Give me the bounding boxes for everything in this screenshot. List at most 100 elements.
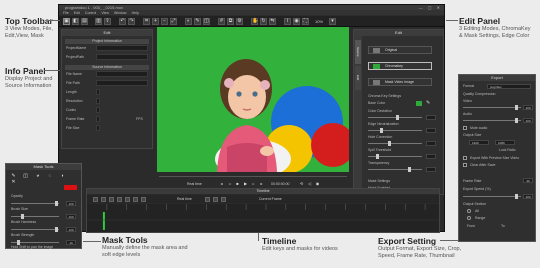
slider-knob[interactable] (408, 167, 411, 172)
key-color-swatch[interactable] (416, 101, 422, 106)
all-radio[interactable] (467, 209, 471, 213)
brush-hardness-value[interactable]: 100 (66, 227, 76, 232)
timeline-mode[interactable]: Real time (177, 197, 192, 201)
mask-color-swatch[interactable] (64, 185, 77, 190)
zoom-out-icon[interactable]: − (161, 18, 168, 25)
prev-key-icon[interactable]: ◂ (219, 181, 224, 186)
tl-play-icon[interactable] (213, 197, 218, 202)
eyedropper-icon[interactable]: ✎ (426, 100, 433, 106)
brush-size-value[interactable]: 100 (66, 214, 76, 219)
project-name-field[interactable] (96, 45, 148, 51)
spill-threshold-value[interactable] (426, 154, 436, 159)
snapshot-icon[interactable]: ◉ (293, 18, 300, 25)
step-forward-icon[interactable]: ▹ (251, 181, 256, 186)
flip-icon[interactable]: ⇋ (269, 18, 276, 25)
clear-icon[interactable]: ✕ (10, 179, 17, 185)
slider-knob[interactable] (388, 141, 391, 146)
tab-edit[interactable]: Edit (355, 66, 361, 90)
slider-knob[interactable] (55, 227, 58, 232)
snapshot-small-icon[interactable]: ◉ (315, 181, 320, 186)
color-deviation-slider[interactable] (368, 115, 422, 120)
slider-knob[interactable] (515, 118, 518, 123)
frame-rate-value[interactable]: 30 (523, 178, 533, 183)
next-key-icon[interactable]: ▸ (259, 181, 264, 186)
zoom-level[interactable]: 10% (315, 19, 323, 24)
height-input[interactable]: 1080 (495, 140, 515, 145)
grid-icon[interactable]: # (218, 18, 225, 25)
lock-ratio-label[interactable]: Lock Ratio (499, 148, 516, 152)
open-file-icon[interactable]: ▤ (81, 18, 88, 25)
remove-key-icon[interactable] (101, 197, 106, 202)
export-preview-checkbox[interactable] (463, 156, 467, 160)
brush-strength-value[interactable]: 10 (66, 240, 76, 245)
clear-keys-icon[interactable] (125, 197, 130, 202)
edge-neutralization-value[interactable] (426, 128, 436, 133)
tl-stop-icon[interactable] (221, 197, 226, 202)
scrub-track[interactable] (159, 176, 347, 177)
opacity-value[interactable]: 100 (66, 201, 76, 206)
slider-knob[interactable] (376, 154, 379, 159)
color-deviation-value[interactable] (426, 115, 436, 120)
copy-key-icon[interactable] (133, 197, 138, 202)
eraser-icon[interactable]: ◫ (203, 18, 210, 25)
paste-key-icon[interactable] (141, 197, 146, 202)
loop-icon[interactable]: ⟲ (299, 181, 304, 186)
mute-audio-checkbox[interactable] (463, 126, 467, 130)
edge-neutralization-slider[interactable] (368, 128, 422, 133)
slider-knob[interactable] (55, 201, 58, 206)
brush-icon[interactable]: ✎ (194, 18, 201, 25)
preview-canvas[interactable] (157, 27, 349, 172)
brush-hardness-slider[interactable] (11, 227, 59, 232)
prev-key-icon[interactable] (109, 197, 114, 202)
volume-icon[interactable]: ◁ (307, 181, 312, 186)
crop-icon[interactable]: ⌗ (143, 18, 150, 25)
video-quality-value[interactable]: 100 (523, 105, 533, 110)
mode-chromakey-button[interactable]: Chromakey (368, 62, 432, 70)
play-icon[interactable]: ▶ (243, 181, 248, 186)
slider-knob[interactable] (380, 128, 383, 133)
hole-correction-slider[interactable] (368, 141, 422, 146)
project-path-field[interactable] (96, 54, 148, 60)
playback-mode[interactable]: Real time (187, 182, 202, 186)
view-single-icon[interactable]: ▣ (63, 18, 70, 25)
invert-icon[interactable]: ◑ (59, 173, 66, 179)
lasso-icon[interactable]: ◌ (46, 173, 53, 179)
export-icon[interactable]: ⇪ (104, 18, 111, 25)
clear-after-checkbox[interactable] (463, 163, 467, 167)
fit-icon[interactable]: ⤢ (170, 18, 177, 25)
tab-source[interactable]: Source (355, 40, 361, 64)
eraser-icon[interactable]: ◫ (22, 173, 29, 179)
slider-knob[interactable] (396, 115, 399, 120)
view-split-icon[interactable]: ◧ (72, 18, 79, 25)
stop-icon[interactable]: ■ (235, 181, 240, 186)
info-icon[interactable]: i (284, 18, 291, 25)
slider-knob[interactable] (21, 214, 24, 219)
mask-icon[interactable]: ◐ (185, 18, 192, 25)
fill-icon[interactable]: ◕ (34, 173, 41, 179)
step-back-icon[interactable]: ◃ (227, 181, 232, 186)
mode-mask-button[interactable]: Mask Video Image (368, 78, 432, 86)
redo-icon[interactable]: ↷ (128, 18, 135, 25)
opacity-slider[interactable] (11, 201, 59, 206)
transparency-slider[interactable] (368, 167, 422, 172)
hole-correction-value[interactable] (426, 141, 436, 146)
rotate-icon[interactable]: ↻ (260, 18, 267, 25)
zoom-in-icon[interactable]: + (152, 18, 159, 25)
video-quality-slider[interactable] (463, 105, 521, 110)
width-input[interactable]: 1920 (469, 140, 489, 145)
zoom-dropdown-icon[interactable]: ▾ (329, 18, 336, 25)
export-speed-slider[interactable] (463, 194, 521, 199)
export-speed-value[interactable]: 100 (523, 194, 533, 199)
format-select[interactable]: png/rbox (487, 84, 531, 89)
timeline-ruler[interactable] (87, 204, 439, 232)
save-icon[interactable]: ▥ (95, 18, 102, 25)
fullscreen-icon[interactable]: ⛶ (302, 18, 309, 25)
mode-original-button[interactable]: Original (368, 46, 432, 54)
compare-icon[interactable]: ⧉ (227, 18, 234, 25)
undo-icon[interactable]: ↶ (119, 18, 126, 25)
range-radio[interactable] (467, 216, 471, 220)
hand-icon[interactable]: ✋ (251, 18, 258, 25)
tl-play-back-icon[interactable] (205, 197, 210, 202)
audio-quality-value[interactable]: 100 (523, 118, 533, 123)
add-key-icon[interactable] (93, 197, 98, 202)
